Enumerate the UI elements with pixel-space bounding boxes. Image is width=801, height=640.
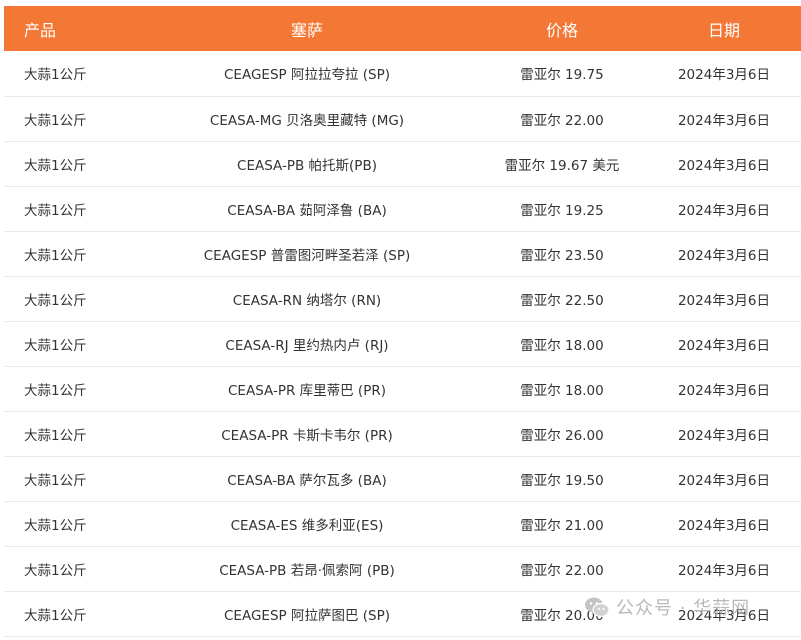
cell-ceasa: CEASA-ES 维多利亚(ES) bbox=[230, 517, 384, 534]
cell-product: 大蒜1公斤 bbox=[24, 202, 87, 219]
table-row: 大蒜1公斤 CEASA-PB 若昂·佩索阿 (PB) 雷亚尔 22.00 202… bbox=[4, 546, 801, 591]
cell-product: 大蒜1公斤 bbox=[24, 382, 87, 399]
cell-product: 大蒜1公斤 bbox=[24, 337, 87, 354]
cell-price: 雷亚尔 19.67 美元 bbox=[504, 157, 620, 174]
cell-product: 大蒜1公斤 bbox=[24, 607, 87, 624]
cell-date: 2024年3月6日 bbox=[677, 562, 771, 579]
cell-date: 2024年3月6日 bbox=[677, 517, 771, 534]
cell-product: 大蒜1公斤 bbox=[24, 157, 87, 174]
cell-date: 2024年3月6日 bbox=[677, 112, 771, 129]
cell-ceasa: CEASA-PB 帕托斯(PB) bbox=[237, 157, 377, 174]
cell-price: 雷亚尔 22.00 bbox=[520, 562, 604, 579]
table-row: 大蒜1公斤 CEASA-PR 卡斯卡韦尔 (PR) 雷亚尔 26.00 2024… bbox=[4, 411, 801, 456]
cell-price: 雷亚尔 19.25 bbox=[520, 202, 604, 219]
cell-price: 雷亚尔 26.00 bbox=[520, 427, 604, 444]
cell-ceasa: CEASA-BA 茹阿泽鲁 (BA) bbox=[227, 202, 387, 219]
wechat-icon bbox=[585, 597, 610, 618]
header-product: 产品 bbox=[24, 20, 57, 40]
cell-price: 雷亚尔 18.00 bbox=[520, 337, 604, 354]
cell-ceasa: CEASA-MG 贝洛奥里藏特 (MG) bbox=[209, 112, 405, 129]
cell-ceasa: CEASA-PR 卡斯卡韦尔 (PR) bbox=[221, 427, 393, 444]
cell-date: 2024年3月6日 bbox=[677, 292, 771, 309]
price-table: 产品 塞萨 价格 日期 大蒜1公斤 CEAGESP 阿拉拉夸拉 (SP) 雷亚尔… bbox=[4, 6, 801, 637]
table-row: 大蒜1公斤 CEASA-BA 茹阿泽鲁 (BA) 雷亚尔 19.25 2024年… bbox=[4, 186, 801, 231]
watermark: 公众号 · 华蒜网 bbox=[584, 594, 750, 620]
cell-date: 2024年3月6日 bbox=[677, 472, 771, 489]
table-row: 大蒜1公斤 CEAGESP 阿拉拉夸拉 (SP) 雷亚尔 19.75 2024年… bbox=[4, 51, 801, 96]
cell-product: 大蒜1公斤 bbox=[24, 112, 87, 129]
table-header: 产品 塞萨 价格 日期 bbox=[4, 6, 801, 51]
cell-price: 雷亚尔 22.50 bbox=[520, 292, 604, 309]
header-ceasa: 塞萨 bbox=[290, 20, 323, 40]
cell-ceasa: CEASA-PR 库里蒂巴 (PR) bbox=[228, 382, 386, 399]
cell-price: 雷亚尔 19.75 bbox=[520, 67, 604, 84]
cell-price: 雷亚尔 21.00 bbox=[520, 517, 604, 534]
cell-product: 大蒜1公斤 bbox=[24, 562, 87, 579]
cell-product: 大蒜1公斤 bbox=[24, 517, 87, 534]
table-body: 大蒜1公斤 CEAGESP 阿拉拉夸拉 (SP) 雷亚尔 19.75 2024年… bbox=[4, 51, 801, 636]
page: 产品 塞萨 价格 日期 大蒜1公斤 CEAGESP 阿拉拉夸拉 (SP) 雷亚尔… bbox=[0, 0, 801, 640]
cell-price: 雷亚尔 23.50 bbox=[520, 247, 604, 264]
cell-product: 大蒜1公斤 bbox=[24, 292, 87, 309]
cell-product: 大蒜1公斤 bbox=[24, 247, 87, 264]
cell-price: 雷亚尔 19.50 bbox=[520, 472, 604, 489]
cell-product: 大蒜1公斤 bbox=[24, 472, 87, 489]
cell-ceasa: CEASA-RJ 里约热内卢 (RJ) bbox=[225, 337, 389, 354]
cell-date: 2024年3月6日 bbox=[677, 67, 771, 84]
cell-ceasa: CEASA-PB 若昂·佩索阿 (PB) bbox=[219, 562, 395, 579]
cell-ceasa: CEASA-RN 纳塔尔 (RN) bbox=[232, 292, 382, 309]
cell-product: 大蒜1公斤 bbox=[24, 67, 87, 84]
table-row: 大蒜1公斤 CEASA-BA 萨尔瓦多 (BA) 雷亚尔 19.50 2024年… bbox=[4, 456, 801, 501]
cell-date: 2024年3月6日 bbox=[677, 337, 771, 354]
cell-ceasa: CEASA-BA 萨尔瓦多 (BA) bbox=[227, 472, 387, 489]
cell-date: 2024年3月6日 bbox=[677, 427, 771, 444]
table-row: 大蒜1公斤 CEASA-PR 库里蒂巴 (PR) 雷亚尔 18.00 2024年… bbox=[4, 366, 801, 411]
cell-ceasa: CEAGESP 普雷图河畔圣若泽 (SP) bbox=[203, 247, 411, 264]
cell-price: 雷亚尔 18.00 bbox=[520, 382, 604, 399]
header-price: 价格 bbox=[545, 20, 578, 40]
cell-date: 2024年3月6日 bbox=[677, 247, 771, 264]
cell-date: 2024年3月6日 bbox=[677, 382, 771, 399]
table-row: 大蒜1公斤 CEASA-RJ 里约热内卢 (RJ) 雷亚尔 18.00 2024… bbox=[4, 321, 801, 366]
cell-product: 大蒜1公斤 bbox=[24, 427, 87, 444]
table-row: 大蒜1公斤 CEASA-RN 纳塔尔 (RN) 雷亚尔 22.50 2024年3… bbox=[4, 276, 801, 321]
watermark-text: 公众号 · 华蒜网 bbox=[616, 598, 751, 619]
header-date: 日期 bbox=[707, 20, 740, 40]
header-row: 产品 塞萨 价格 日期 bbox=[4, 6, 801, 51]
cell-date: 2024年3月6日 bbox=[677, 157, 771, 174]
table-row: 大蒜1公斤 CEASA-MG 贝洛奥里藏特 (MG) 雷亚尔 22.00 202… bbox=[4, 96, 801, 141]
cell-date: 2024年3月6日 bbox=[677, 202, 771, 219]
cell-ceasa: CEAGESP 阿拉萨图巴 (SP) bbox=[224, 607, 390, 624]
table-row: 大蒜1公斤 CEASA-ES 维多利亚(ES) 雷亚尔 21.00 2024年3… bbox=[4, 501, 801, 546]
table-row: 大蒜1公斤 CEASA-PB 帕托斯(PB) 雷亚尔 19.67 美元 2024… bbox=[4, 141, 801, 186]
table-row: 大蒜1公斤 CEAGESP 普雷图河畔圣若泽 (SP) 雷亚尔 23.50 20… bbox=[4, 231, 801, 276]
cell-ceasa: CEAGESP 阿拉拉夸拉 (SP) bbox=[224, 67, 390, 84]
cell-price: 雷亚尔 22.00 bbox=[520, 112, 604, 129]
